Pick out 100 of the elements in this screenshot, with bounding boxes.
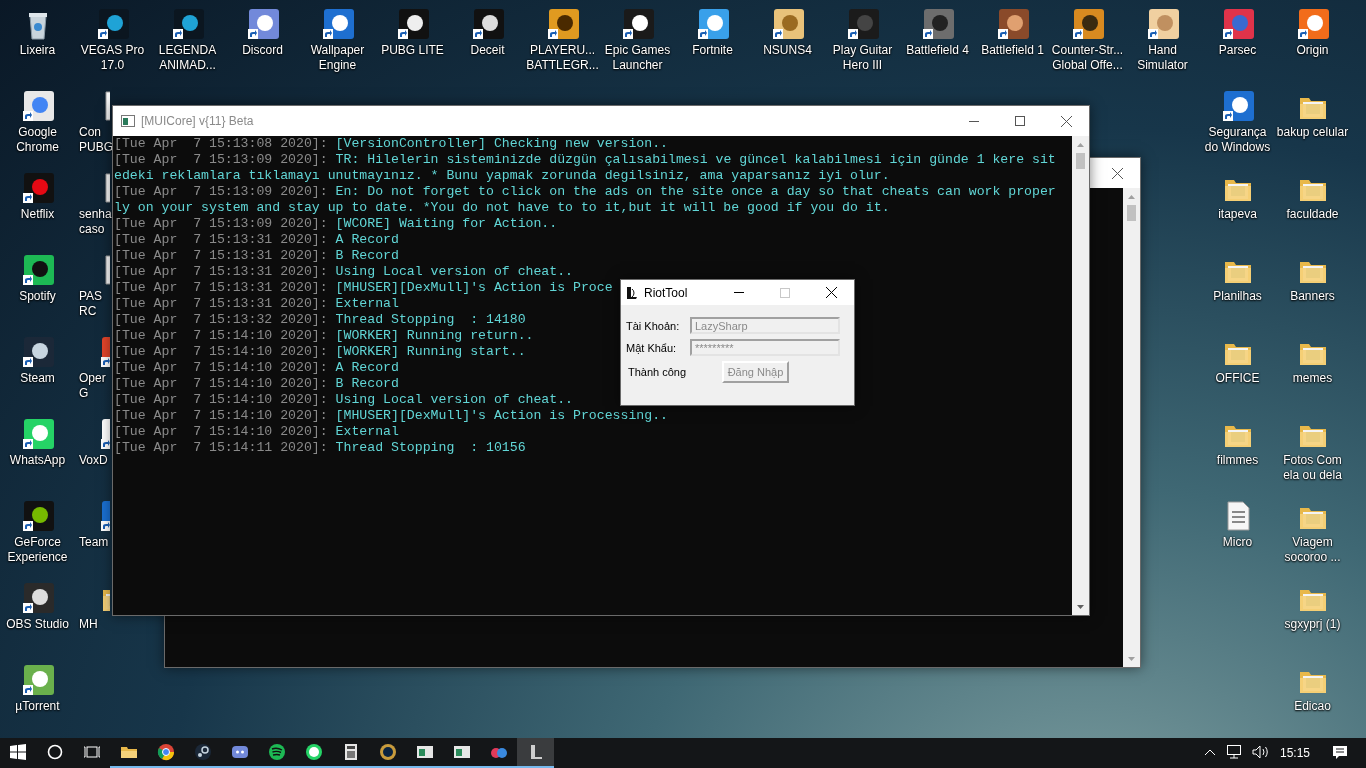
task-view-icon [83,745,100,759]
log-line: [Tue Apr 7 15:13:09 2020]: TR: Hilelerin sisteminizde düzgün çalısabilmesi ve güncel kalabilmesi için günde 1 kere sitedeki reklamlara tıklamayı unutmayınız. * Bunu yapmak zorunda degilsiniz, ama yaparsanız iyi olur. [114,152,1057,184]
music-icon [266,742,287,762]
icon-label: Epic Games Launcher [603,43,672,73]
icon-label: Fortnite [692,43,733,58]
app-icon[interactable] [1221,8,1254,40]
app-icon[interactable] [21,172,54,204]
close-icon [1111,167,1123,179]
maximize-icon [780,287,790,298]
window-title: [MUICore] v{11} Beta [141,114,254,128]
app-icon[interactable] [21,254,54,286]
icon-label: Netflix [20,207,55,222]
icon-label: MH [79,617,98,632]
game-icon [377,742,398,762]
icon-label: Counter-Str... Global Offe... [1050,43,1125,73]
message-icon [1332,744,1348,760]
scrollbar[interactable] [1072,136,1089,615]
icon-label: Viagem socoroo ... [1283,535,1342,565]
app-icon[interactable] [771,8,804,40]
icon-label: PLAYERU... BATTLEGR... [525,43,600,73]
icon-label: WhatsApp [9,453,66,468]
log-line: [Tue Apr 7 15:14:10 2020]: [WORKER] Running start.. [114,344,526,360]
log-line: [Tue Apr 7 15:14:10 2020]: B Record [114,376,399,392]
app-icon[interactable] [1146,8,1179,40]
app-icon[interactable] [921,8,954,40]
minimize-icon [734,292,744,293]
log-line: [Tue Apr 7 15:13:09 2020]: En: Do not forget to click on the ads on the site once a day so that cheats can work properly on your system and stay up to date. *You do not have to to it,but it will be good if you do it. [114,184,1057,216]
icon-label: Discord [242,43,283,58]
app-icon[interactable] [21,664,54,696]
app-icon[interactable] [1221,90,1254,122]
caret-up-icon [1204,749,1215,755]
down-arrow-icon[interactable] [1077,604,1084,609]
icon-label: Origin [1296,43,1329,58]
app-icon[interactable] [321,8,354,40]
icon-label: Hand Simulator [1136,43,1189,73]
icon-label: Team [79,535,109,550]
log-line: [Tue Apr 7 15:14:10 2020]: [WORKER] Running return.. [114,328,534,344]
app-icon[interactable] [546,8,579,40]
app-icon[interactable] [396,8,429,40]
icon-label: VEGAS Pro 17.0 [79,43,146,73]
minimize-icon [969,120,979,122]
app-icon[interactable] [21,582,54,614]
browser-icon [155,742,176,762]
app-icon[interactable] [21,336,54,368]
scrollbar[interactable] [1123,188,1140,667]
icon-label: senha caso [79,207,113,237]
app-icon[interactable] [1296,8,1329,40]
app-icon[interactable] [171,8,204,40]
icon-label: µTorrent [15,699,60,714]
network-icon [1226,745,1243,759]
scroll-thumb[interactable] [1127,205,1136,221]
speaker-icon [1251,745,1270,759]
log-line: [Tue Apr 7 15:13:32 2020]: Thread Stopping : 14180 [114,312,526,328]
log-line: [Tue Apr 7 15:13:31 2020]: Using Local version of cheat.. [114,264,574,280]
log-line: [Tue Apr 7 15:14:11 2020]: Thread Stopping : 10156 [114,440,526,456]
icon-label: Play Guitar Hero III [831,43,894,73]
dialog-title: RiotTool [644,285,688,300]
clock[interactable]: 15:15 [1273,746,1320,760]
icon-label: Deceit [470,43,505,58]
icon-label: PAS RC [79,289,104,319]
icon-label: bakup celular [1276,125,1349,140]
taskbar-app-button[interactable] [517,738,554,768]
icon-label: Segurança do Windows [1203,125,1272,155]
icon-label: Banners [1290,289,1335,304]
icon-label: OFFICE [1215,371,1260,386]
icon-label: Battlefield 4 [906,43,969,58]
close-icon [1060,115,1072,127]
icon-label: PUBG LITE [381,43,444,58]
field-label: Tài Khoản: [626,319,681,332]
icon-label: Google Chrome [15,125,60,155]
close-icon [825,287,837,298]
log-line: [Tue Apr 7 15:13:31 2020]: External [114,296,399,312]
maximize-icon [1015,116,1025,126]
icon-label: Lixeira [19,43,56,58]
search-icon [46,744,63,760]
phone-chat-icon [303,742,324,762]
logo-icon [626,285,638,300]
log-line: [Tue Apr 7 15:14:10 2020]: External [114,424,399,440]
app-icon[interactable] [96,8,129,40]
icon-label: faculdade [1286,207,1339,222]
status-text: Thành công [627,366,688,378]
app-icon[interactable] [696,8,729,40]
app-icon[interactable] [471,8,504,40]
icon-label: itapeva [1218,207,1257,222]
console-icon [121,115,135,127]
app-icon[interactable] [621,8,654,40]
app-icon[interactable] [1071,8,1104,40]
app-icon[interactable] [846,8,879,40]
steam-icon [192,742,213,762]
app-icon[interactable] [21,500,54,532]
icon-label: Spotify [19,289,56,304]
icon-label: Micro [1222,535,1253,550]
field-label: Mật Khẩu: [626,341,678,354]
icon-label: Steam [20,371,55,386]
app-icon[interactable] [246,8,279,40]
app-icon[interactable] [21,418,54,450]
app-icon[interactable] [996,8,1029,40]
icon-label: Wallpaper Engine [309,43,366,73]
scroll-thumb[interactable] [1076,153,1085,169]
app-icon[interactable] [21,90,54,122]
